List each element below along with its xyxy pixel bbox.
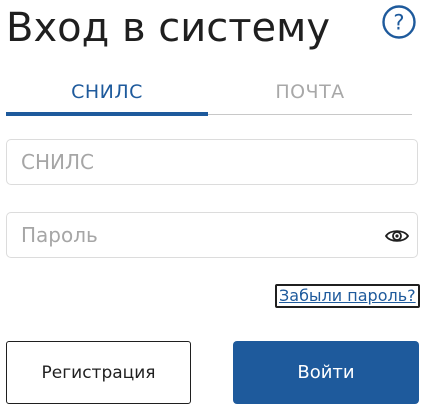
help-glyph: ?: [393, 11, 404, 35]
question-circle-icon[interactable]: ?: [381, 4, 417, 40]
login-method-tabs: СНИЛС ПОЧТА: [6, 78, 412, 118]
tab-snils[interactable]: СНИЛС: [6, 78, 208, 114]
eye-icon[interactable]: [384, 224, 410, 248]
page-title: Вход в систему: [6, 5, 330, 51]
login-button[interactable]: Войти: [233, 341, 419, 404]
tab-divider: [208, 114, 412, 115]
register-button[interactable]: Регистрация: [6, 341, 191, 404]
password-field: [6, 212, 418, 258]
password-input[interactable]: [7, 213, 417, 257]
snils-input[interactable]: [7, 140, 417, 184]
login-panel: Вход в систему ? СНИЛС ПОЧТА Забыли паро…: [0, 0, 425, 410]
snils-field: [6, 139, 418, 185]
tab-active-indicator: [6, 112, 208, 116]
forgot-password-link[interactable]: Забыли пароль?: [275, 284, 420, 308]
tab-mail[interactable]: ПОЧТА: [208, 78, 412, 114]
